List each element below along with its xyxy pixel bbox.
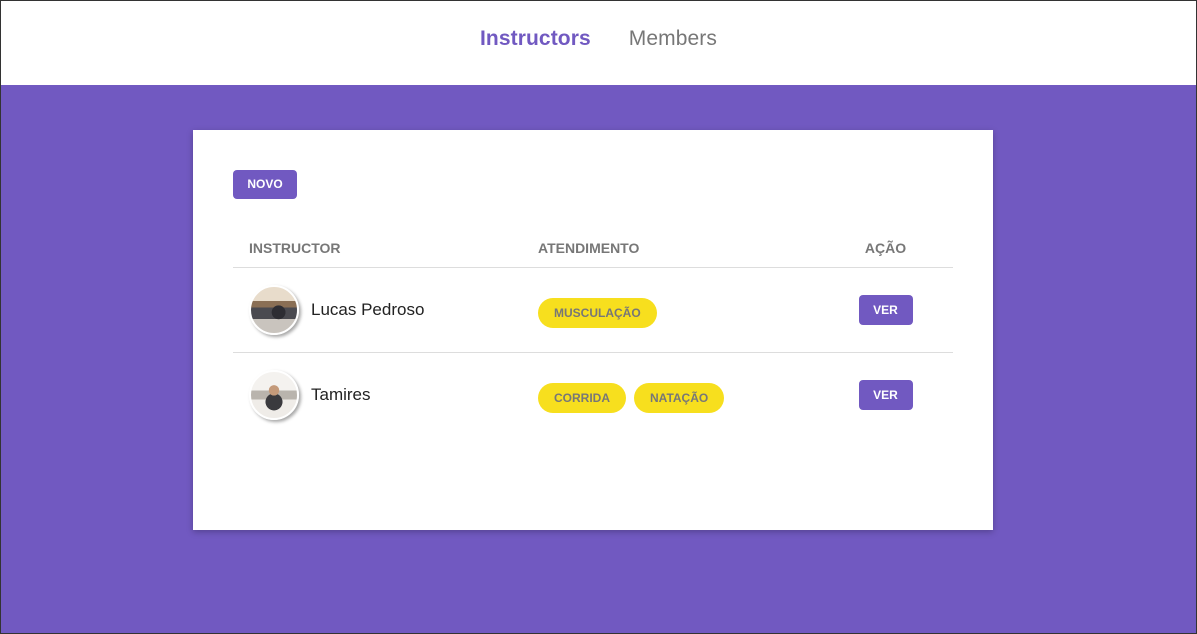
avatar: [249, 284, 299, 335]
services-cell: Corrida Natação: [522, 352, 818, 437]
action-cell: Ver: [818, 267, 953, 353]
avatar: [249, 369, 299, 420]
services-cell: Musculação: [522, 267, 818, 353]
service-tag: Natação: [634, 382, 725, 413]
view-instructor-button[interactable]: Ver: [858, 379, 913, 410]
instructor-name: Lucas Pedroso: [311, 299, 425, 319]
table-row: Tamires Corrida Natação Ver: [233, 352, 953, 437]
new-instructor-button[interactable]: Novo: [233, 170, 297, 199]
table-header-row: Instructor Atendimento Ação: [233, 229, 953, 268]
column-header-instructor: Instructor: [233, 229, 522, 268]
column-header-atendimento: Atendimento: [522, 229, 818, 268]
service-tag: Musculação: [538, 297, 657, 328]
instructors-card: Novo Instructor Atendimento Ação Lucas P…: [193, 130, 993, 530]
service-tag: Corrida: [538, 382, 626, 413]
instructor-name: Tamires: [311, 384, 371, 404]
nav-link-instructors[interactable]: Instructors: [480, 27, 591, 51]
main-nav: Instructors Members: [480, 27, 717, 51]
table-row: Lucas Pedroso Musculação Ver: [233, 267, 953, 353]
view-instructor-button[interactable]: Ver: [858, 294, 913, 325]
instructor-cell: Tamires: [233, 352, 522, 437]
top-header: Instructors Members: [0, 0, 1197, 85]
column-header-acao: Ação: [818, 229, 953, 268]
nav-link-members[interactable]: Members: [629, 27, 717, 51]
instructor-cell: Lucas Pedroso: [233, 267, 522, 353]
action-cell: Ver: [818, 352, 953, 437]
instructors-table: Instructor Atendimento Ação Lucas Pedros…: [233, 229, 953, 437]
